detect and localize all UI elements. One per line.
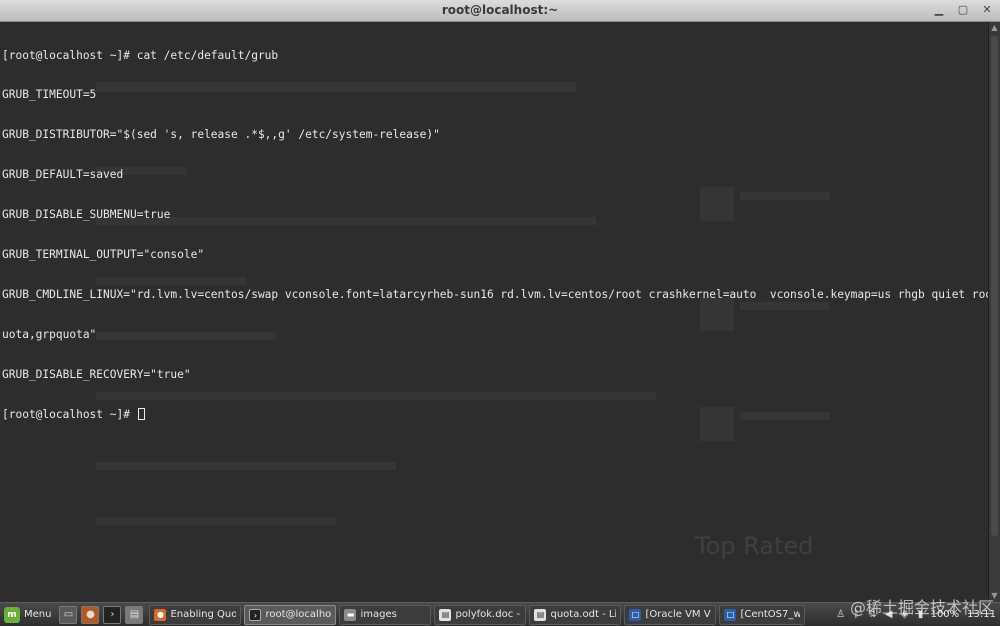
terminal-icon: › bbox=[249, 608, 262, 621]
virtualbox-icon: □ bbox=[629, 608, 642, 621]
folder-icon: ▬ bbox=[344, 608, 357, 621]
terminal-prompt-line[interactable]: [root@localhost ~]# bbox=[2, 407, 988, 421]
show-desktop-icon[interactable]: ▭ bbox=[59, 605, 78, 624]
task-label: quota.odt - Lib... bbox=[550, 609, 616, 620]
menu-button[interactable]: m Menu bbox=[0, 604, 57, 626]
task-button[interactable]: › root@localho... bbox=[244, 604, 337, 625]
terminal-output: [root@localhost ~]# cat /etc/default/gru… bbox=[2, 22, 988, 448]
minimize-icon[interactable]: ▁ bbox=[932, 3, 946, 17]
terminal-line: GRUB_DISABLE_RECOVERY="true" bbox=[2, 367, 191, 381]
volume-icon[interactable]: ◀ bbox=[883, 609, 895, 621]
terminal-prompt: [root@localhost ~]# bbox=[2, 407, 137, 421]
task-label: [CentOS7_writ... bbox=[740, 609, 801, 620]
task-button[interactable]: ● Enabling Quot... bbox=[149, 604, 242, 625]
terminal-line: GRUB_TIMEOUT=5 bbox=[2, 88, 97, 102]
terminal-line: GRUB_TERMINAL_OUTPUT="console" bbox=[2, 248, 205, 262]
task-button[interactable]: ▬ images bbox=[339, 604, 432, 625]
task-label: root@localho... bbox=[265, 609, 332, 620]
firefox-launcher-icon[interactable]: ● bbox=[81, 605, 100, 624]
task-label: images bbox=[360, 609, 397, 620]
document-icon: ▤ bbox=[534, 608, 547, 621]
terminal-line: GRUB_CMDLINE_LINUX="rd.lvm.lv=centos/swa… bbox=[2, 287, 988, 301]
scrollbar-thumb[interactable] bbox=[991, 36, 998, 536]
window-title: root@localhost:~ bbox=[441, 3, 559, 17]
terminal-window[interactable]: Top Rated [root@localhost ~]# cat /etc/d… bbox=[0, 22, 988, 602]
scroll-up-icon[interactable]: ▲ bbox=[989, 22, 1000, 34]
mint-logo-icon: m bbox=[4, 606, 20, 623]
system-tray: ♙ ᛒ ⇅ ◀ ◈ ▮ 100% 13:11 bbox=[835, 609, 1000, 621]
task-button[interactable]: □ [CentOS7_writ... bbox=[719, 604, 806, 625]
terminal-launcher-icon[interactable]: › bbox=[103, 605, 122, 624]
scroll-down-icon[interactable]: ▼ bbox=[989, 590, 1000, 602]
firefox-icon: ● bbox=[154, 608, 167, 621]
window-titlebar[interactable]: root@localhost:~ ▁ ▢ ✕ bbox=[0, 0, 1000, 22]
terminal-scrollbar[interactable]: ▲ ▼ bbox=[988, 22, 1000, 602]
background-heading: Top Rated bbox=[695, 532, 814, 560]
terminal-line: [root@localhost ~]# cat /etc/default/gru… bbox=[2, 48, 279, 62]
close-icon[interactable]: ✕ bbox=[980, 3, 994, 17]
menu-label: Menu bbox=[24, 609, 52, 620]
maximize-icon[interactable]: ▢ bbox=[956, 3, 970, 17]
shield-icon[interactable]: ◈ bbox=[899, 609, 911, 621]
task-label: polyfok.doc - L... bbox=[455, 609, 521, 620]
task-label: Enabling Quot... bbox=[170, 609, 237, 620]
task-button[interactable]: ▤ quota.odt - Lib... bbox=[529, 604, 622, 625]
bluetooth-icon[interactable]: ᛒ bbox=[851, 609, 863, 621]
battery-level: 100% bbox=[930, 609, 960, 620]
taskbar: m Menu ▭ ● › ▤ ● Enabling Quot... › root… bbox=[0, 602, 1000, 626]
files-launcher-icon[interactable]: ▤ bbox=[125, 605, 144, 624]
virtualbox-icon: □ bbox=[724, 608, 737, 621]
battery-icon[interactable]: ▮ bbox=[915, 609, 927, 621]
clock[interactable]: 13:11 bbox=[967, 609, 996, 620]
terminal-line: GRUB_DISTRIBUTOR="$(sed 's, release .*$,… bbox=[2, 128, 440, 142]
task-label: [Oracle VM Vi... bbox=[645, 609, 711, 620]
task-list: ● Enabling Quot... › root@localho... ▬ i… bbox=[149, 604, 808, 625]
user-icon[interactable]: ♙ bbox=[835, 609, 847, 621]
task-button[interactable]: □ [Oracle VM Vi... bbox=[624, 604, 717, 625]
terminal-line: uota,grpquota" bbox=[2, 327, 97, 341]
document-icon: ▤ bbox=[439, 608, 452, 621]
task-button[interactable]: ▤ polyfok.doc - L... bbox=[434, 604, 527, 625]
terminal-cursor bbox=[137, 407, 145, 420]
window-controls: ▁ ▢ ✕ bbox=[932, 3, 994, 17]
network-icon[interactable]: ⇅ bbox=[867, 609, 879, 621]
terminal-line: GRUB_DISABLE_SUBMENU=true bbox=[2, 208, 171, 222]
terminal-line: GRUB_DEFAULT=saved bbox=[2, 168, 124, 182]
